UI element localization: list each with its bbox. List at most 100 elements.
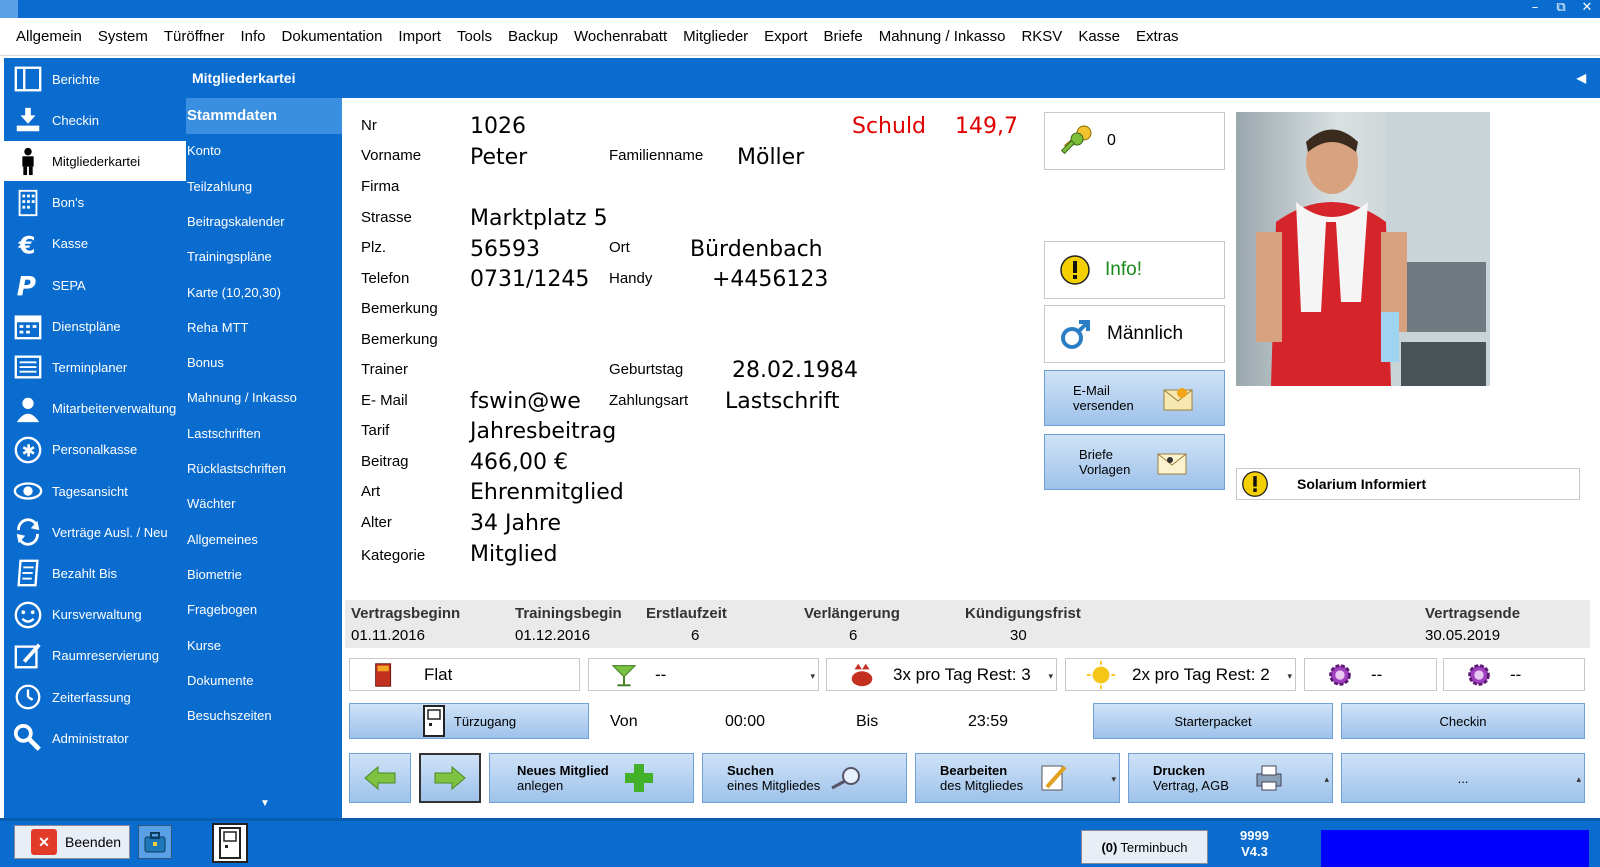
option-field[interactable]: --	[1304, 658, 1437, 691]
chevron-down-icon[interactable]: ▾	[1048, 671, 1053, 682]
sidebar-item-terminplaner[interactable]: Terminplaner	[4, 347, 186, 387]
chevron-down-icon[interactable]: ▾	[1287, 671, 1292, 682]
menu-rksv[interactable]: RKSV	[1013, 18, 1070, 56]
gender-button[interactable]: Männlich	[1044, 305, 1225, 363]
sidebar-item-mitarbeiterverwaltung[interactable]: Mitarbeiterverwaltung	[4, 389, 186, 429]
menu-briefe[interactable]: Briefe	[816, 18, 871, 56]
option-field[interactable]: -- ▾	[588, 658, 819, 691]
chevron-up-icon[interactable]: ▴	[1576, 774, 1581, 785]
menu-import[interactable]: Import	[390, 18, 449, 56]
sidebar-item-administrator[interactable]: Administrator	[4, 718, 186, 758]
value-plz[interactable]: 56593	[470, 237, 540, 262]
option-field[interactable]: 3x pro Tag Rest: 3 ▾	[826, 658, 1057, 691]
chevron-down-icon[interactable]: ▾	[1111, 774, 1116, 785]
value-zahlungsart[interactable]: Lastschrift	[725, 389, 839, 414]
new-member-button[interactable]: Neues Mitglied anlegen	[489, 753, 694, 803]
subnav-item-allgemeines[interactable]: Allgemeines	[186, 522, 342, 558]
value-bis[interactable]: 23:59	[968, 713, 1008, 731]
value-art[interactable]: Ehrenmitglied	[470, 480, 624, 505]
door-access-button[interactable]: Türzugang	[349, 703, 589, 739]
sidebar-item-bezahlt-bis[interactable]: Bezahlt Bis	[4, 553, 186, 593]
menu-backup[interactable]: Backup	[500, 18, 566, 56]
collapse-icon[interactable]: ◀	[1577, 58, 1586, 98]
scroll-down-icon[interactable]: ▼	[260, 798, 270, 809]
sidebar-item-kursverwaltung[interactable]: Kursverwaltung	[4, 595, 186, 635]
subnav-item-dokumente[interactable]: Dokumente	[186, 663, 342, 699]
value-beitrag[interactable]: 466,00 €	[470, 450, 568, 475]
subnav-item-biometrie[interactable]: Biometrie	[186, 557, 342, 593]
subnav-item-wächter[interactable]: Wächter	[186, 486, 342, 522]
subnav-item-beitragskalender[interactable]: Beitragskalender	[186, 204, 342, 240]
email-send-button[interactable]: E-Mail versenden	[1044, 370, 1225, 426]
sidebar-item-tagesansicht[interactable]: Tagesansicht	[4, 471, 186, 511]
menu-system[interactable]: System	[90, 18, 156, 56]
option-field[interactable]: Flat	[349, 658, 580, 691]
menu-dokumentation[interactable]: Dokumentation	[274, 18, 391, 56]
option-field[interactable]: 2x pro Tag Rest: 2 ▾	[1065, 658, 1296, 691]
chevron-down-icon[interactable]: ▾	[810, 671, 815, 682]
restore-button[interactable]: ⧉	[1548, 0, 1574, 18]
value-alter[interactable]: 34 Jahre	[470, 511, 561, 536]
value-kategorie[interactable]: Mitglied	[470, 542, 557, 567]
info-button[interactable]: Info!	[1044, 241, 1225, 299]
sidebar-item-kasse[interactable]: € Kasse	[4, 224, 186, 264]
subnav-item-teilzahlung[interactable]: Teilzahlung	[186, 169, 342, 205]
menu-mahnung-inkasso[interactable]: Mahnung / Inkasso	[871, 18, 1014, 56]
subnav-item-trainingspläne[interactable]: Trainingspläne	[186, 239, 342, 275]
sidebar-item-raumreservierung[interactable]: Raumreservierung	[4, 636, 186, 676]
print-button[interactable]: Drucken Vertrag, AGB ▴	[1128, 753, 1333, 803]
door-status-button[interactable]	[212, 823, 248, 863]
menu-türöffner[interactable]: Türöffner	[156, 18, 233, 56]
subnav-item-karte-10-20-30-[interactable]: Karte (10,20,30)	[186, 275, 342, 311]
menu-tools[interactable]: Tools	[449, 18, 500, 56]
option-field[interactable]: --	[1443, 658, 1585, 691]
subnav-item-fragebogen[interactable]: Fragebogen	[186, 592, 342, 628]
value-email[interactable]: fswin@we	[470, 389, 581, 414]
menu-kasse[interactable]: Kasse	[1070, 18, 1128, 56]
value-strasse[interactable]: Marktplatz 5	[470, 206, 608, 231]
value-von[interactable]: 00:00	[725, 713, 765, 731]
sidebar-item-berichte[interactable]: Berichte	[4, 59, 186, 99]
subnav-item-kurse[interactable]: Kurse	[186, 628, 342, 664]
menu-wochenrabatt[interactable]: Wochenrabatt	[566, 18, 675, 56]
value-telefon[interactable]: 0731/1245	[470, 267, 589, 292]
letters-button[interactable]: Briefe Vorlagen	[1044, 434, 1225, 490]
chevron-up-icon[interactable]: ▴	[1324, 774, 1329, 785]
minimize-button[interactable]: –	[1522, 0, 1548, 18]
checkin-button[interactable]: Checkin	[1341, 703, 1585, 739]
menu-export[interactable]: Export	[756, 18, 815, 56]
edit-member-button[interactable]: Bearbeiten des Mitgliedes ▾	[915, 753, 1120, 803]
sidebar-item-checkin[interactable]: Checkin	[4, 100, 186, 140]
value-ort[interactable]: Bürdenbach	[690, 237, 823, 262]
subnav-item-konto[interactable]: Konto	[186, 133, 342, 169]
subnav-item-reha-mtt[interactable]: Reha MTT	[186, 310, 342, 346]
starter-packet-button[interactable]: Starterpacket	[1093, 703, 1333, 739]
previous-button[interactable]	[349, 753, 411, 803]
sidebar-item-personalkasse[interactable]: ✱ Personalkasse	[4, 430, 186, 470]
value-geburtstag[interactable]: 28.02.1984	[732, 358, 858, 383]
briefcase-button[interactable]	[138, 825, 172, 859]
value-nr[interactable]: 1026	[470, 114, 526, 139]
menu-allgemein[interactable]: Allgemein	[8, 18, 90, 56]
more-button[interactable]: ... ▴	[1341, 753, 1585, 803]
sidebar-item-dienstpläne[interactable]: Dienstpläne	[4, 306, 186, 346]
sidebar-item-bon-s[interactable]: Bon's	[4, 183, 186, 223]
menu-mitglieder[interactable]: Mitglieder	[675, 18, 756, 56]
solarium-field[interactable]: Solarium Informiert	[1236, 468, 1580, 500]
quit-button[interactable]: ✕ Beenden	[14, 825, 130, 859]
close-button[interactable]: ✕	[1574, 0, 1600, 18]
appointment-book-button[interactable]: (0) Terminbuch	[1081, 830, 1208, 864]
menu-info[interactable]: Info	[232, 18, 273, 56]
subnav-item-besuchszeiten[interactable]: Besuchszeiten	[186, 698, 342, 734]
menu-extras[interactable]: Extras	[1128, 18, 1187, 56]
subnav-item-mahnung-inkasso[interactable]: Mahnung / Inkasso	[186, 380, 342, 416]
value-familienname[interactable]: Möller	[737, 145, 804, 170]
sidebar-item-verträge-ausl-neu[interactable]: Verträge Ausl. / Neu	[4, 512, 186, 552]
value-tarif[interactable]: Jahresbeitrag	[470, 419, 616, 444]
subnav-item-bonus[interactable]: Bonus	[186, 345, 342, 381]
sidebar-item-mitgliederkartei[interactable]: Mitgliederkartei	[4, 141, 186, 182]
subnav-item-lastschriften[interactable]: Lastschriften	[186, 416, 342, 452]
sidebar-item-zeiterfassung[interactable]: Zeiterfassung	[4, 677, 186, 717]
subnav-item-rücklastschriften[interactable]: Rücklastschriften	[186, 451, 342, 487]
sidebar-item-sepa[interactable]: P SEPA	[4, 265, 186, 305]
